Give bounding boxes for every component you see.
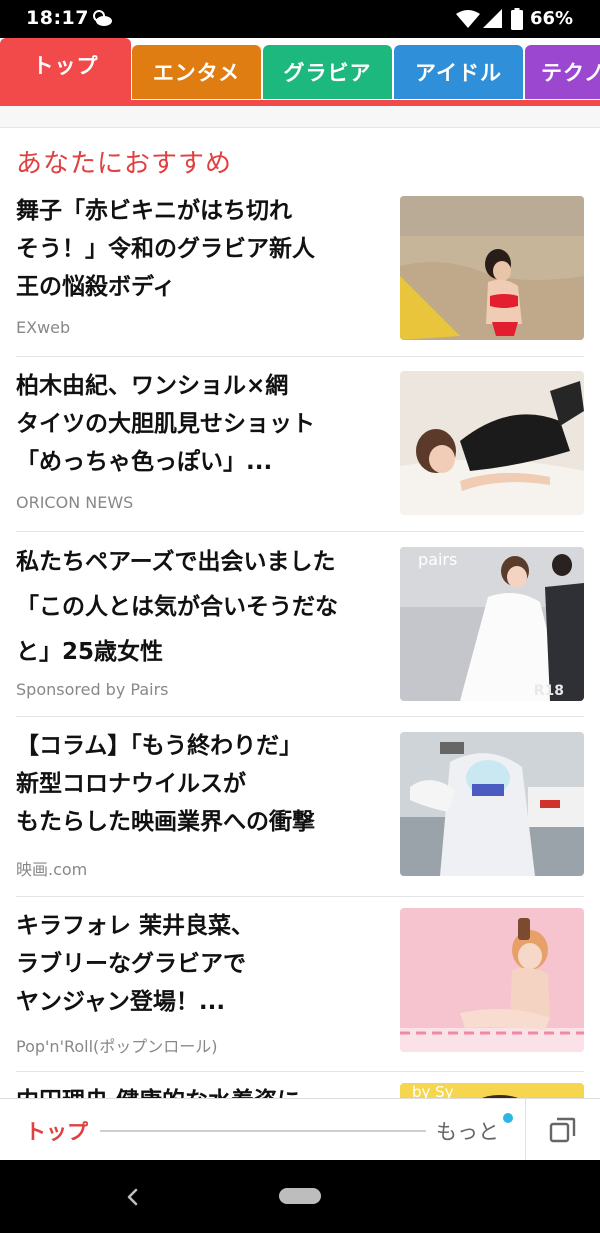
article-separator (16, 716, 584, 717)
bottom-tab-more[interactable]: もっと (436, 1116, 499, 1146)
battery-icon (511, 8, 523, 30)
wifi-icon (456, 10, 480, 28)
bottom-bar-divider (525, 1099, 526, 1161)
age-rating-badge: R18 (533, 683, 564, 699)
bottom-tab-bar: トップ もっと (0, 1098, 600, 1161)
tab-progress-line (100, 1130, 426, 1132)
battery-percent: 66% (530, 8, 574, 29)
article-headline: 柏木由紀、ワンショル×網 タイツの大胆肌見せショット 「めっちゃ色っぽい」... (16, 373, 315, 475)
weather-icon (93, 10, 112, 26)
tab-gravure[interactable]: グラビア (263, 45, 392, 99)
tab-label: エンタメ (152, 61, 241, 85)
tab-label: テクノ (541, 61, 600, 85)
article-item[interactable]: 内田理央 健康的な水着姿に by Sy (0, 1082, 600, 1098)
article-feed: 舞子「赤ビキニがはち切れ そう！」令和のグラビア新人 王の悩殺ボディ EXweb… (0, 192, 600, 1098)
article-separator (16, 531, 584, 532)
tab-top[interactable]: トップ (0, 38, 131, 100)
tab-techno[interactable]: テクノ (525, 45, 600, 99)
tab-label: トップ (32, 54, 99, 78)
article-source: EXweb (16, 318, 71, 337)
tab-idol[interactable]: アイドル (394, 45, 523, 99)
article-source: Sponsored by Pairs (16, 680, 169, 699)
article-headline: キラフォレ 茉井良菜、 ラブリーなグラビアで ヤンジャン登場！... (16, 913, 255, 1015)
article-thumbnail (400, 908, 584, 1052)
article-headline: 私たちペアーズで出会いました 「この人とは気が合いそうだな と」25歳女性 (16, 549, 338, 665)
article-separator (16, 356, 584, 357)
article-headline: 【コラム】「もう終わりだ」 新型コロナウイルスが もたらした映画業界への衝撃 (16, 733, 315, 835)
divider-strip (0, 106, 600, 128)
article-thumbnail (400, 196, 584, 340)
article-separator (16, 1071, 584, 1072)
back-icon[interactable] (122, 1184, 144, 1210)
system-nav-bar (0, 1160, 600, 1233)
signal-icon (483, 9, 502, 28)
tab-entertainment[interactable]: エンタメ (132, 45, 261, 99)
article-thumbnail (400, 371, 584, 515)
article-item[interactable]: キラフォレ 茉井良菜、 ラブリーなグラビアで ヤンジャン登場！... Pop'n… (0, 907, 600, 1082)
article-source: 映画.com (16, 860, 88, 879)
article-separator (16, 896, 584, 897)
tabs-switcher-icon[interactable] (548, 1115, 578, 1145)
article-item[interactable]: 柏木由紀、ワンショル×網 タイツの大胆肌見せショット 「めっちゃ色っぽい」...… (0, 367, 600, 542)
bottom-tab-top[interactable]: トップ (25, 1116, 88, 1146)
status-bar: 18:17 66% (0, 0, 600, 38)
pairs-logo: pairs (418, 550, 458, 569)
article-thumbnail: by Sy (400, 1083, 584, 1098)
article-headline: 内田理央 健康的な水着姿に (16, 1082, 376, 1098)
category-tabs: トップ エンタメ グラビア アイドル テクノ (0, 38, 600, 106)
sponsored-article-item[interactable]: 私たちペアーズで出会いました 「この人とは気が合いそうだな と」25歳女性 Sp… (0, 542, 600, 727)
article-headline: 舞子「赤ビキニがはち切れ そう！」令和のグラビア新人 王の悩殺ボディ (16, 198, 315, 300)
article-source: ORICON NEWS (16, 493, 134, 512)
notification-dot (503, 1113, 513, 1123)
section-title: あなたにおすすめ (16, 149, 233, 179)
tab-label: グラビア (283, 61, 372, 85)
article-item[interactable]: 【コラム】「もう終わりだ」 新型コロナウイルスが もたらした映画業界への衝撃 映… (0, 727, 600, 907)
article-item[interactable]: 舞子「赤ビキニがはち切れ そう！」令和のグラビア新人 王の悩殺ボディ EXweb (0, 192, 600, 367)
article-source: Pop'n'Roll(ポップンロール) (16, 1037, 218, 1056)
tab-label: アイドル (415, 61, 502, 85)
thumbnail-overlay-text: by Sy (412, 1083, 454, 1098)
article-thumbnail: pairs R18 (400, 547, 584, 701)
clock: 18:17 (26, 7, 89, 29)
home-pill[interactable] (279, 1188, 321, 1204)
article-thumbnail (400, 732, 584, 876)
